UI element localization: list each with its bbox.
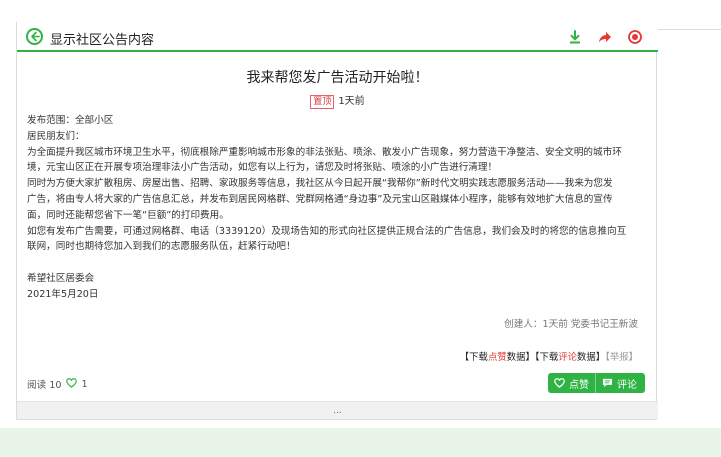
pinned-badge: 置顶 — [310, 95, 335, 109]
body-line: 同时为方便大家扩散租房、房屋出售、招聘、家政服务等信息，我社区从今日起开展“我帮… — [27, 178, 613, 190]
comment-icon — [602, 378, 613, 388]
article-title: 我来帮您发广告活动开始啦！ — [246, 70, 429, 86]
article-meta: 置顶 1天前 — [17, 92, 658, 109]
creator-info: 创建人：1天前 党委书记王新波 — [504, 319, 638, 330]
action-buttons: 点赞 评论 — [548, 373, 645, 393]
report-link[interactable]: 【举报】 — [605, 352, 638, 363]
right-divider — [657, 29, 721, 30]
page-title: 显示社区公告内容 — [50, 33, 155, 48]
announcement-panel: 显示社区公告内容 我来帮您发广告活动开始啦！ 置顶 1天前 发布范围：全部小区 居… — [16, 22, 658, 420]
signature-org: 希望社区居委会 — [27, 272, 95, 284]
heart-icon — [554, 378, 565, 388]
download-links: 【下载点赞数据】【下载评论数据】【举报】 — [460, 349, 638, 363]
like-button-label: 点赞 — [569, 379, 589, 391]
body-line: 面，同时还能帮您省下一笔“巨额”的打印费用。 — [27, 209, 229, 221]
body-line: 如您有发布广告需要，可通过网格群、电话（3339120）及现场告知的形式向社区提… — [27, 225, 627, 237]
heart-icon — [66, 377, 78, 391]
like-count: 1 — [81, 378, 88, 390]
body-line: 境，元宝山区正在开展专项治理非法小广告活动，如您有以上行为，请您及时将张贴、喷涂… — [27, 162, 498, 174]
body-line: 联网，同时也期待您加入到我们的志愿服务队伍，赶紧行动吧！ — [27, 241, 296, 253]
comment-button-label: 评论 — [617, 379, 637, 391]
share-icon[interactable] — [597, 29, 613, 45]
record-icon[interactable] — [627, 29, 643, 45]
panel-header: 显示社区公告内容 — [17, 22, 658, 52]
article-stats: 阅读 10 1 — [27, 377, 88, 391]
article-time: 1天前 — [338, 96, 365, 107]
body-line: 为全面提升我区城市环境卫生水平，彻底根除严重影响城市形象的非法张贴、喷涂、散发小… — [27, 146, 622, 158]
download-comment-link[interactable]: 【下载评论数据】 — [535, 352, 605, 363]
download-icon[interactable] — [567, 29, 583, 45]
back-icon[interactable] — [26, 28, 43, 45]
article-body: 发布范围：全部小区 居民朋友们： 为全面提升我区城市环境卫生水平，彻底根除严重影… — [27, 113, 647, 303]
read-count: 阅读 10 — [27, 380, 62, 391]
body-line: 发布范围：全部小区 — [27, 115, 114, 126]
body-blank-line — [27, 255, 647, 271]
download-like-link[interactable]: 【下载点赞数据】 — [460, 352, 535, 363]
like-button[interactable]: 点赞 — [548, 373, 595, 393]
load-more-bar[interactable]: ... — [17, 401, 658, 419]
comment-button[interactable]: 评论 — [595, 373, 643, 393]
more-indicator: ... — [333, 406, 342, 416]
body-line: 广告，将由专人将大家的广告信息汇总，并发布到居民网格群、党群网格通“身边事”及元… — [27, 193, 613, 205]
signature-date: 2021年5月20日 — [27, 288, 99, 300]
body-line: 居民朋友们： — [27, 130, 85, 142]
page-bottom-strip — [0, 428, 721, 457]
